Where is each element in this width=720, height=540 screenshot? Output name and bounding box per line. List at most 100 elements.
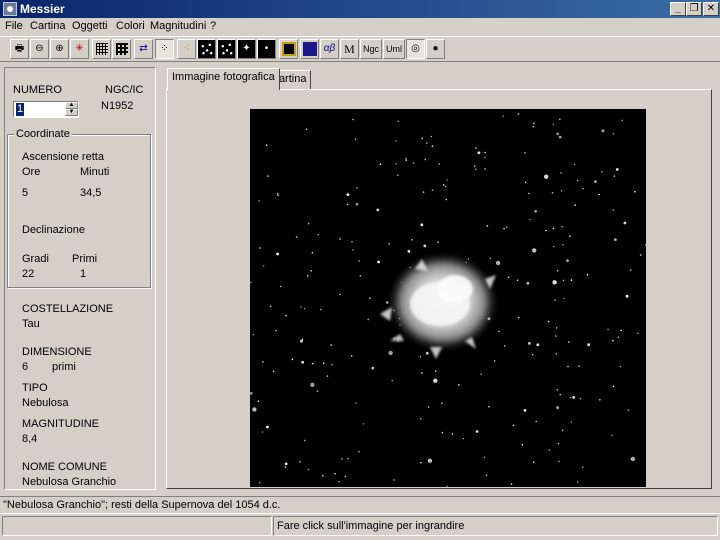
star [620,329,622,332]
numero-spinner[interactable]: 1 ▲ ▼ [13,101,79,118]
star [346,203,349,206]
star [250,281,252,284]
bold-grid-button[interactable] [112,39,131,59]
small-star-button[interactable]: • [257,39,276,59]
big-star-button[interactable]: ✦ [237,39,256,59]
star [557,442,560,445]
numero-value[interactable]: 1 [16,103,25,116]
star [265,144,268,146]
star [441,402,443,405]
star [330,344,332,346]
star [310,382,315,387]
star [433,378,438,383]
star [301,360,305,364]
dense-stars-button[interactable] [217,39,236,59]
yellow-frame-icon [282,42,296,56]
close-button[interactable]: ✕ [703,2,719,16]
galaxy-button[interactable]: ● [426,39,445,59]
star [379,163,382,165]
star [341,458,343,460]
star [266,425,269,429]
star [634,190,636,193]
dimensione-value: 6 [22,361,29,373]
menu-file[interactable]: File [5,20,23,32]
greek-letters-button[interactable]: αβ [320,39,339,59]
zoom-in-button[interactable]: ⊕ [50,39,69,59]
minuti-label: Minuti [80,166,110,178]
star [612,209,615,212]
star [300,306,302,308]
star [275,329,277,332]
menu-oggetti[interactable]: Oggetti [72,20,107,32]
star [355,202,359,206]
spinner-down-button[interactable]: ▼ [65,109,78,116]
star [307,468,310,471]
star [419,356,422,358]
scatter-button[interactable]: ⁖ [177,39,196,59]
small-star-icon: • [264,43,269,54]
crab-nebula-image[interactable] [250,109,646,487]
star [579,398,582,400]
zoom-in-icon: ⊕ [55,43,64,54]
menu-cartina[interactable]: Cartina [30,20,65,32]
minimize-button[interactable]: _ [670,2,686,16]
star [331,363,333,366]
star [451,433,454,435]
fine-grid-button[interactable] [92,39,111,59]
star [317,233,319,236]
swap-button[interactable]: ⇄ [134,39,153,59]
star [533,122,535,125]
app-icon[interactable] [3,2,17,16]
star [393,479,395,481]
toolbar: 🖶 ⊖ ⊕ ✳ ⇄ ⁘ ⁖ ✦ • αβ M Ngc Uml ◎ ● [0,36,720,62]
star [526,281,530,285]
ore-label: Ore [22,166,41,178]
frame-button[interactable] [279,39,298,59]
menu-magnitudini[interactable]: Magnitudini [150,20,206,32]
crosshair-button[interactable]: ✳ [70,39,89,59]
star [267,175,269,177]
target-button[interactable]: ◎ [406,39,425,59]
coordinate-group-title: Coordinate [14,128,72,140]
star [350,355,353,357]
star [438,163,440,165]
star [444,185,447,188]
star [503,345,506,347]
menu-help[interactable]: ? [210,20,216,32]
dots-button[interactable]: ⁘ [155,39,174,59]
star [427,458,433,463]
star [262,361,264,363]
star [558,135,562,139]
tab-immagine-fotografica[interactable]: Immagine fotografica [167,68,280,90]
star [517,113,520,115]
star [556,389,558,391]
star [532,461,535,464]
menu-colori[interactable]: Colori [116,20,145,32]
star [307,222,310,225]
ngc-button[interactable]: Ngc [360,39,382,59]
ore-value: 5 [22,187,29,199]
costellazione-label: COSTELLAZIONE [22,303,114,315]
star [311,252,314,254]
star [445,198,448,201]
star [338,480,340,483]
blue-sky-button[interactable] [300,39,319,59]
zoom-out-button[interactable]: ⊖ [30,39,49,59]
star [347,457,349,460]
nebula-photo[interactable] [250,109,646,487]
print-button[interactable]: 🖶 [10,39,29,59]
uml-button[interactable]: Uml [383,39,405,59]
star [420,461,422,464]
spinner-up-button[interactable]: ▲ [65,102,78,109]
star [558,460,560,463]
star [576,481,579,483]
messier-button[interactable]: M [340,39,359,59]
title-bar[interactable]: Messier _ ❐ ✕ [0,0,720,18]
star [567,365,569,368]
star [528,192,530,195]
star-field-button[interactable] [197,39,216,59]
maximize-button[interactable]: ❐ [686,2,702,16]
star [531,353,534,356]
description-bar: "Nebulosa Granchio"; resti della Superno… [0,496,720,514]
star [627,409,630,412]
